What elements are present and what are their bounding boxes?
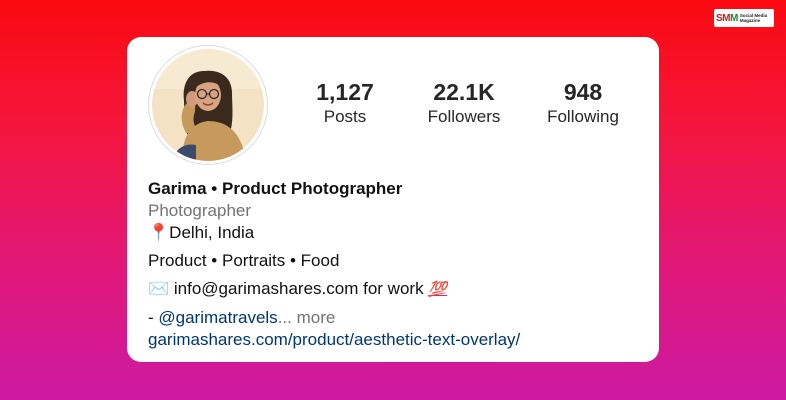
profile-stats: 1,127 Posts 22.1K Followers 948 Followin… <box>127 79 659 139</box>
mention-link[interactable]: @garimatravels <box>158 308 277 327</box>
profile-specialties: Product • Portraits • Food <box>148 251 340 270</box>
envelope-icon: ✉️ <box>148 279 170 298</box>
following-label: Following <box>547 107 619 126</box>
followers-count: 22.1K <box>433 79 495 105</box>
more-button[interactable]: ... more <box>278 308 336 327</box>
location-text: Delhi, India <box>169 223 255 242</box>
profile-mention-line: - @garimatravels... more <box>148 307 648 329</box>
brand-logo-mark: SMM <box>716 12 738 24</box>
profile-email-line: ✉️ info@garimashares.com for work 💯 <box>148 278 648 301</box>
profile-name: Garima • Product Photographer <box>148 179 403 198</box>
stat-following[interactable]: 948 Following <box>528 79 638 129</box>
profile-card: 1,127 Posts 22.1K Followers 948 Followin… <box>127 37 659 362</box>
profile-category: Photographer <box>148 201 252 220</box>
profile-bio: Garima • Product Photographer Photograph… <box>148 178 648 351</box>
email-text: info@garimashares.com for work <box>169 279 429 298</box>
followers-label: Followers <box>427 107 501 126</box>
profile-location: 📍Delhi, India <box>148 222 648 244</box>
following-count: 948 <box>563 79 603 105</box>
brand-logo-text: Social Media Magazine <box>739 13 768 23</box>
stat-posts[interactable]: 1,127 Posts <box>290 79 400 129</box>
stat-followers[interactable]: 22.1K Followers <box>409 79 519 129</box>
hundred-points-icon: 💯 <box>428 281 447 298</box>
posts-label: Posts <box>323 107 367 126</box>
website-link[interactable]: garimashares.com/product/aesthetic-text-… <box>148 329 648 351</box>
pin-icon: 📍 <box>148 223 170 242</box>
posts-count: 1,127 <box>316 79 374 105</box>
brand-logo: SMM Social Media Magazine <box>714 9 774 27</box>
mention-prefix: - <box>148 308 159 327</box>
